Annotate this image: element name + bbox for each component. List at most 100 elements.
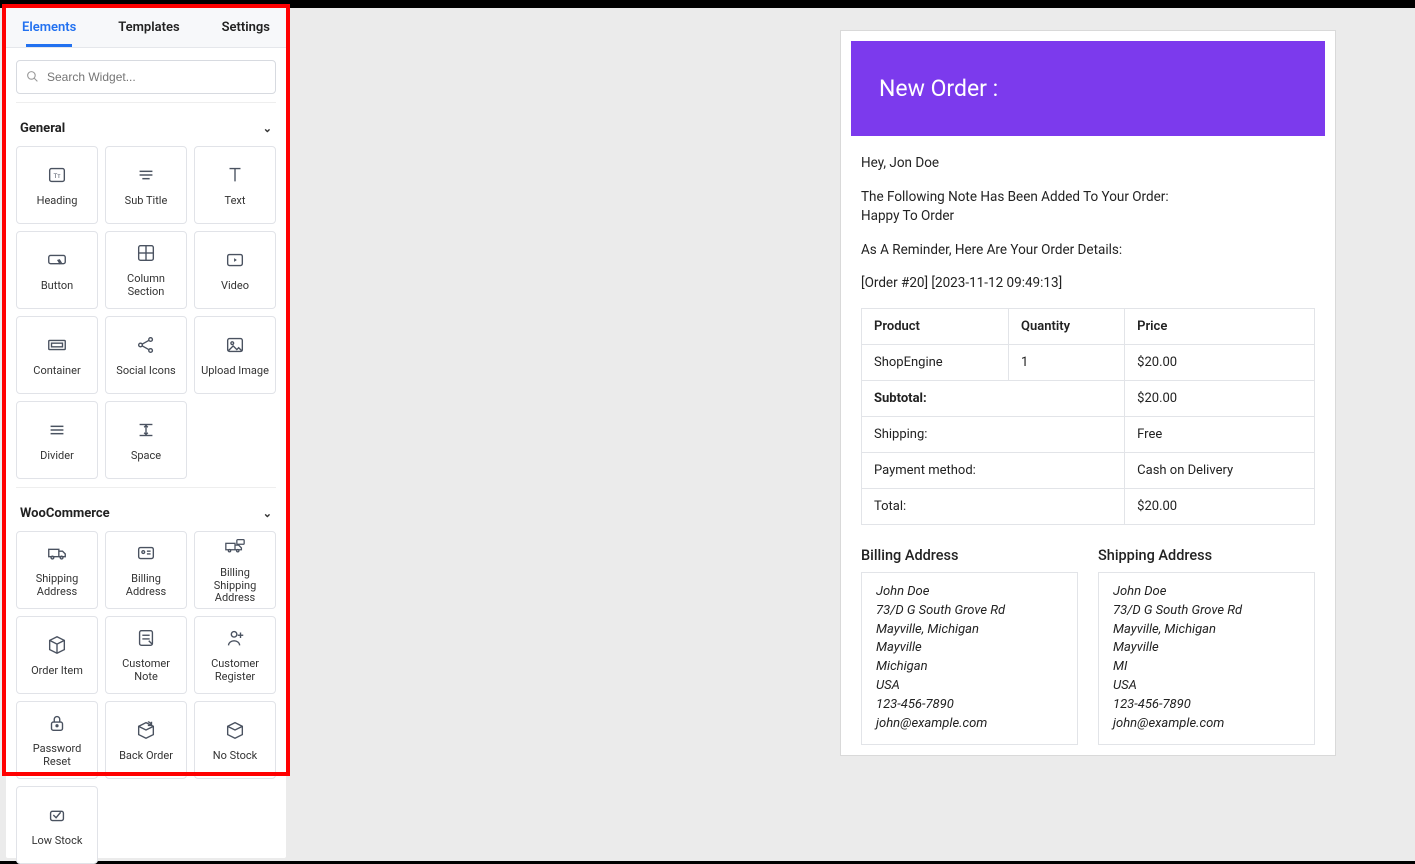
cell-product: ShopEngine xyxy=(862,344,1009,380)
addr-line: John Doe xyxy=(1113,584,1166,599)
widget-customer-register[interactable]: Customer Register xyxy=(194,616,276,694)
container-icon xyxy=(45,333,69,357)
addr-line: 123-456-7890 xyxy=(876,697,954,712)
table-total-row: Shipping:Free xyxy=(862,416,1315,452)
tab-settings[interactable]: Settings xyxy=(220,8,272,47)
section-header-woocommerce[interactable]: WooCommerce ⌄ xyxy=(16,487,276,531)
widget-label: Billing Address xyxy=(106,573,186,598)
section-title: WooCommerce xyxy=(20,506,110,521)
addr-line: Michigan xyxy=(876,659,928,674)
widget-subtitle[interactable]: Sub Title xyxy=(105,146,187,224)
addr-line: john@example.com xyxy=(876,716,987,731)
th-price: Price xyxy=(1125,308,1315,344)
total-label: Shipping: xyxy=(862,416,1125,452)
widget-no-stock[interactable]: No Stock xyxy=(194,701,276,779)
widget-label: Order Item xyxy=(27,665,87,678)
widget-button[interactable]: Button xyxy=(16,231,98,309)
widget-password-reset[interactable]: Password Reset xyxy=(16,701,98,779)
note-intro: The Following Note Has Been Added To You… xyxy=(861,189,1169,205)
reminder-text: As A Reminder, Here Are Your Order Detai… xyxy=(861,241,1315,261)
total-value: $20.00 xyxy=(1125,380,1315,416)
widget-back-order[interactable]: Back Order xyxy=(105,701,187,779)
truck-card-icon xyxy=(223,535,247,559)
widget-text[interactable]: Text xyxy=(194,146,276,224)
box-reload-icon xyxy=(134,718,158,742)
widget-label: Sub Title xyxy=(121,195,172,208)
heading-icon: Tт xyxy=(45,163,69,187)
box-icon xyxy=(45,633,69,657)
widget-label: Customer Register xyxy=(195,658,275,683)
widget-column-section[interactable]: Column Section xyxy=(105,231,187,309)
widget-billing-shipping-address[interactable]: Billing Shipping Address xyxy=(194,531,276,609)
grid-icon xyxy=(134,241,158,265)
widget-label: Back Order xyxy=(115,750,177,763)
billing-box: John Doe73/D G South Grove RdMayville, M… xyxy=(861,572,1078,745)
addr-line: Mayville, Michigan xyxy=(1113,622,1216,637)
widget-label: Container xyxy=(29,365,84,378)
total-value: Free xyxy=(1125,416,1315,452)
widget-space[interactable]: Space xyxy=(105,401,187,479)
address-row: Billing Address John Doe73/D G South Gro… xyxy=(861,547,1315,745)
chevron-down-icon: ⌄ xyxy=(263,122,272,135)
addr-line: 123-456-7890 xyxy=(1113,697,1191,712)
addr-line: USA xyxy=(876,678,900,693)
note-body: Happy To Order xyxy=(861,208,954,224)
widget-label: Billing Shipping Address xyxy=(195,567,275,605)
total-label: Payment method: xyxy=(862,452,1125,488)
chevron-down-icon: ⌄ xyxy=(263,507,272,520)
widget-label: Space xyxy=(127,450,165,463)
widget-upload-image[interactable]: Upload Image xyxy=(194,316,276,394)
billing-column: Billing Address John Doe73/D G South Gro… xyxy=(861,547,1078,745)
widget-social-icons[interactable]: Social Icons xyxy=(105,316,187,394)
divider-icon xyxy=(45,418,69,442)
tab-elements[interactable]: Elements xyxy=(20,8,78,47)
cell-price: $20.00 xyxy=(1125,344,1315,380)
widget-label: Customer Note xyxy=(106,658,186,683)
box-low-icon xyxy=(45,803,69,827)
widget-customer-note[interactable]: Customer Note xyxy=(105,616,187,694)
video-icon xyxy=(223,248,247,272)
th-product: Product xyxy=(862,308,1009,344)
note-icon xyxy=(134,626,158,650)
user-plus-icon xyxy=(223,626,247,650)
truck-icon xyxy=(45,541,69,565)
cell-quantity: 1 xyxy=(1009,344,1125,380)
widget-order-item[interactable]: Order Item xyxy=(16,616,98,694)
table-row: ShopEngine1$20.00 xyxy=(862,344,1315,380)
space-icon xyxy=(134,418,158,442)
total-value: $20.00 xyxy=(1125,488,1315,524)
tab-templates[interactable]: Templates xyxy=(116,8,181,47)
widget-label: Password Reset xyxy=(17,743,97,768)
widget-label: Upload Image xyxy=(197,365,273,378)
total-value: Cash on Delivery xyxy=(1125,452,1315,488)
widget-label: Button xyxy=(37,280,77,293)
widget-label: Text xyxy=(221,195,250,208)
widget-billing-address[interactable]: Billing Address xyxy=(105,531,187,609)
billing-title: Billing Address xyxy=(861,547,1078,564)
sidebar-tabs: Elements Templates Settings xyxy=(6,8,286,48)
widget-label: No Stock xyxy=(209,750,261,763)
shipping-box: John Doe73/D G South Grove RdMayville, M… xyxy=(1098,572,1315,745)
table-total-row: Total:$20.00 xyxy=(862,488,1315,524)
widget-shipping-address[interactable]: Shipping Address xyxy=(16,531,98,609)
widget-container[interactable]: Container xyxy=(16,316,98,394)
widget-label: Video xyxy=(217,280,253,293)
widget-label: Low Stock xyxy=(28,835,87,848)
total-label: Subtotal: xyxy=(862,380,1125,416)
widget-heading[interactable]: TтHeading xyxy=(16,146,98,224)
note-text: The Following Note Has Been Added To You… xyxy=(861,188,1315,227)
order-table: Product Quantity Price ShopEngine1$20.00… xyxy=(861,308,1315,525)
widget-divider[interactable]: Divider xyxy=(16,401,98,479)
widget-label: Divider xyxy=(36,450,78,463)
widget-low-stock[interactable]: Low Stock xyxy=(16,786,98,864)
image-icon xyxy=(223,333,247,357)
text-icon xyxy=(223,163,247,187)
section-header-general[interactable]: General ⌄ xyxy=(16,102,276,146)
search-input[interactable] xyxy=(16,60,276,94)
addr-line: Mayville xyxy=(876,640,922,655)
total-label: Total: xyxy=(862,488,1125,524)
widget-video[interactable]: Video xyxy=(194,231,276,309)
widget-label: Social Icons xyxy=(112,365,179,378)
section-title: General xyxy=(20,121,65,136)
card-icon xyxy=(134,541,158,565)
